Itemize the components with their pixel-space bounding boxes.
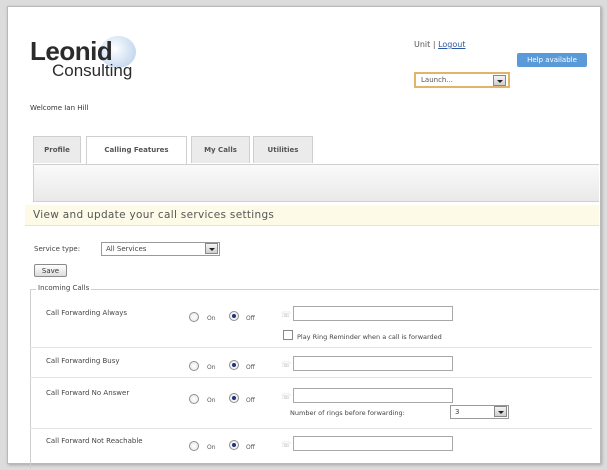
rings-before-forwarding-label: Number of rings before forwarding: (290, 409, 405, 417)
call-forward-not-reachable-off-radio[interactable] (229, 440, 239, 450)
sub-navigation-bar (33, 164, 599, 202)
phone-icon: ☏ (281, 310, 292, 319)
phone-icon: ☏ (281, 440, 292, 449)
launch-select-value: Launch... (421, 76, 454, 84)
row-divider (30, 347, 592, 348)
page-heading-bar: View and update your call services setti… (25, 205, 599, 226)
service-type-select[interactable]: All Services (101, 242, 220, 256)
off-label: Off (246, 364, 255, 371)
off-label: Off (246, 397, 255, 404)
tab-profile[interactable]: Profile (33, 136, 81, 163)
phone-icon: ☏ (281, 360, 292, 369)
logout-link[interactable]: Logout (438, 40, 465, 49)
off-label: Off (246, 315, 255, 322)
page-heading: View and update your call services setti… (33, 209, 275, 221)
save-button[interactable]: Save (34, 264, 67, 277)
call-forwarding-busy-off-radio[interactable] (229, 360, 239, 370)
chevron-down-icon[interactable] (205, 243, 218, 254)
help-available-button[interactable]: Help available (517, 53, 587, 67)
call-forwarding-busy-on-radio[interactable] (189, 361, 199, 371)
welcome-message: Welcome Ian Hill (30, 104, 89, 112)
off-label: Off (246, 444, 255, 451)
tab-utilities[interactable]: Utilities (253, 136, 313, 163)
call-forwarding-busy-number-input[interactable] (293, 356, 453, 371)
call-forward-not-reachable-on-radio[interactable] (189, 441, 199, 451)
service-type-label: Service type: (34, 245, 81, 253)
top-links: Unit | Logout (414, 40, 465, 49)
call-forwarding-always-number-input[interactable] (293, 306, 453, 321)
on-label: On (207, 397, 216, 404)
service-type-value: All Services (106, 245, 147, 253)
call-forward-no-answer-on-radio[interactable] (189, 394, 199, 404)
incoming-calls-legend: Incoming Calls (36, 284, 92, 292)
play-ring-reminder-label: Play Ring Reminder when a call is forwar… (297, 333, 442, 341)
link-separator: | (432, 40, 436, 49)
row-divider (30, 428, 592, 429)
call-forward-no-answer-off-radio[interactable] (229, 393, 239, 403)
call-forwarding-always-label: Call Forwarding Always (46, 309, 128, 317)
unit-link[interactable]: Unit (414, 40, 430, 49)
play-ring-reminder-checkbox[interactable] (283, 330, 293, 340)
call-forward-no-answer-label: Call Forward No Answer (46, 389, 130, 397)
phone-icon: ☏ (281, 392, 292, 401)
call-forwarding-busy-label: Call Forwarding Busy (46, 357, 120, 365)
chevron-down-icon[interactable] (493, 75, 506, 86)
tab-calling-features[interactable]: Calling Features (86, 136, 187, 165)
on-label: On (207, 364, 216, 371)
on-label: On (207, 315, 216, 322)
on-label: On (207, 444, 216, 451)
call-forwarding-always-on-radio[interactable] (189, 312, 199, 322)
rings-before-forwarding-select[interactable]: 3 (450, 405, 509, 419)
row-divider (30, 377, 592, 378)
rings-select-value: 3 (455, 408, 460, 416)
call-forward-no-answer-number-input[interactable] (293, 388, 453, 403)
tab-my-calls[interactable]: My Calls (191, 136, 250, 163)
launch-select[interactable]: Launch... (414, 72, 510, 88)
call-forward-not-reachable-number-input[interactable] (293, 436, 453, 451)
call-forward-not-reachable-label: Call Forward Not Reachable (46, 437, 143, 445)
chevron-down-icon[interactable] (494, 406, 507, 417)
logo-text-secondary: Consulting (52, 61, 133, 80)
call-forwarding-always-off-radio[interactable] (229, 311, 239, 321)
